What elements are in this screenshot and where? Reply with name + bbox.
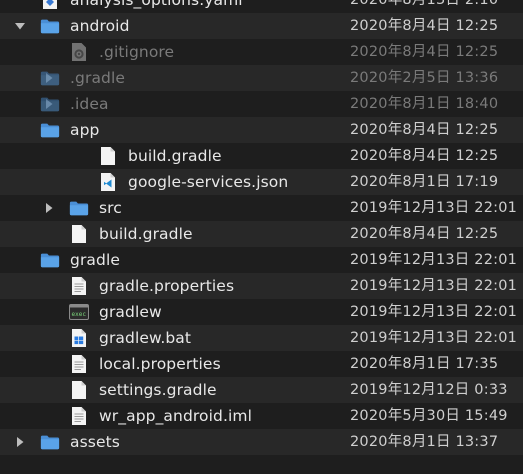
folder-icon [69, 198, 89, 218]
date-modified: 2019年12月12日 0:33 [350, 382, 508, 398]
disclosure-expanded-icon[interactable] [14, 20, 26, 32]
date-modified: 2020年8月4日 12:25 [350, 44, 499, 60]
file-name: analysis_options.yaml [70, 0, 243, 9]
file-name: android [70, 17, 130, 35]
folder-row[interactable]: src 2019年12月13日 22:01 [0, 195, 523, 221]
file-name: assets [70, 433, 120, 451]
folder-icon [40, 68, 60, 88]
document-icon [98, 146, 118, 166]
folder-row[interactable]: android 2020年8月4日 12:25 [0, 13, 523, 39]
iml-file-icon [69, 406, 89, 426]
file-row[interactable]: build.gradle 2020年8月4日 12:25 [0, 221, 523, 247]
date-modified: 2020年8月1日 17:19 [350, 174, 499, 190]
gitignore-file-icon [69, 42, 89, 62]
text-file-icon [69, 354, 89, 374]
file-name: build.gradle [99, 225, 193, 243]
file-row[interactable]: gradle.properties 2019年12月13日 22:01 [0, 273, 523, 299]
folder-row[interactable]: .idea 2020年8月1日 18:40 [0, 91, 523, 117]
file-name: gradle [70, 251, 120, 269]
document-icon [69, 224, 89, 244]
file-name: .gradle [70, 69, 126, 87]
file-name: .idea [70, 95, 109, 113]
file-row[interactable]: .gitignore 2020年8月4日 12:25 [0, 39, 523, 65]
file-row[interactable]: wr_app_android.iml 2020年5月30日 15:49 [0, 403, 523, 429]
folder-icon [40, 250, 60, 270]
date-modified: 2019年12月13日 22:01 [350, 278, 518, 294]
file-name: app [70, 121, 100, 139]
file-name: src [99, 199, 122, 217]
date-modified: 2020年8月4日 12:25 [350, 18, 499, 34]
file-name: wr_app_android.iml [99, 407, 252, 425]
date-modified: 2020年8月1日 13:37 [350, 434, 499, 450]
file-name: gradle.properties [99, 277, 235, 295]
file-name: local.properties [99, 355, 221, 373]
folder-row[interactable]: gradle 2019年12月13日 22:01 [0, 247, 523, 273]
file-row[interactable]: analysis_options.yaml 2020年8月13日 2:10 [0, 0, 523, 13]
file-row[interactable]: google-services.json 2020年8月1日 17:19 [0, 169, 523, 195]
text-file-icon [69, 276, 89, 296]
yaml-file-icon [40, 0, 60, 10]
executable-icon: exec [69, 302, 89, 322]
file-name: .gitignore [99, 43, 175, 61]
finder-file-list: analysis_options.yaml 2020年8月13日 2:10 and… [0, 0, 523, 474]
windows-file-icon [69, 328, 89, 348]
date-modified: 2020年8月13日 2:10 [350, 0, 499, 8]
json-file-icon [98, 172, 118, 192]
disclosure-collapsed-icon[interactable] [43, 202, 55, 214]
date-modified: 2020年8月4日 12:25 [350, 148, 499, 164]
date-modified: 2020年5月30日 15:49 [350, 408, 508, 424]
folder-icon [40, 94, 60, 114]
file-name: gradlew.bat [99, 329, 192, 347]
date-modified: 2020年8月1日 18:40 [350, 96, 499, 112]
folder-row[interactable]: .gradle 2020年2月5日 13:36 [0, 65, 523, 91]
date-modified: 2020年8月1日 17:35 [350, 356, 499, 372]
file-name: gradlew [99, 303, 162, 321]
file-row[interactable]: settings.gradle 2019年12月12日 0:33 [0, 377, 523, 403]
file-row[interactable]: build.gradle 2020年8月4日 12:25 [0, 143, 523, 169]
file-row[interactable]: local.properties 2020年8月1日 17:35 [0, 351, 523, 377]
file-name: build.gradle [128, 147, 222, 165]
svg-text:exec: exec [72, 311, 87, 318]
date-modified: 2019年12月13日 22:01 [350, 200, 518, 216]
folder-icon [40, 16, 60, 36]
file-row[interactable]: exec gradlew 2019年12月13日 22:01 [0, 299, 523, 325]
date-modified: 2019年12月13日 22:01 [350, 252, 518, 268]
folder-icon [40, 120, 60, 140]
date-modified: 2019年12月13日 22:01 [350, 330, 518, 346]
file-row[interactable]: gradlew.bat 2019年12月13日 22:01 [0, 325, 523, 351]
date-modified: 2019年12月13日 22:01 [350, 304, 518, 320]
folder-row[interactable]: app 2020年8月4日 12:25 [0, 117, 523, 143]
folder-row[interactable]: assets 2020年8月1日 13:37 [0, 429, 523, 455]
date-modified: 2020年8月4日 12:25 [350, 226, 499, 242]
date-modified: 2020年2月5日 13:36 [350, 70, 499, 86]
folder-icon [40, 432, 60, 452]
disclosure-collapsed-icon[interactable] [14, 436, 26, 448]
date-modified: 2020年8月4日 12:25 [350, 122, 499, 138]
file-name: google-services.json [128, 173, 289, 191]
file-name: settings.gradle [99, 381, 217, 399]
document-icon [69, 380, 89, 400]
